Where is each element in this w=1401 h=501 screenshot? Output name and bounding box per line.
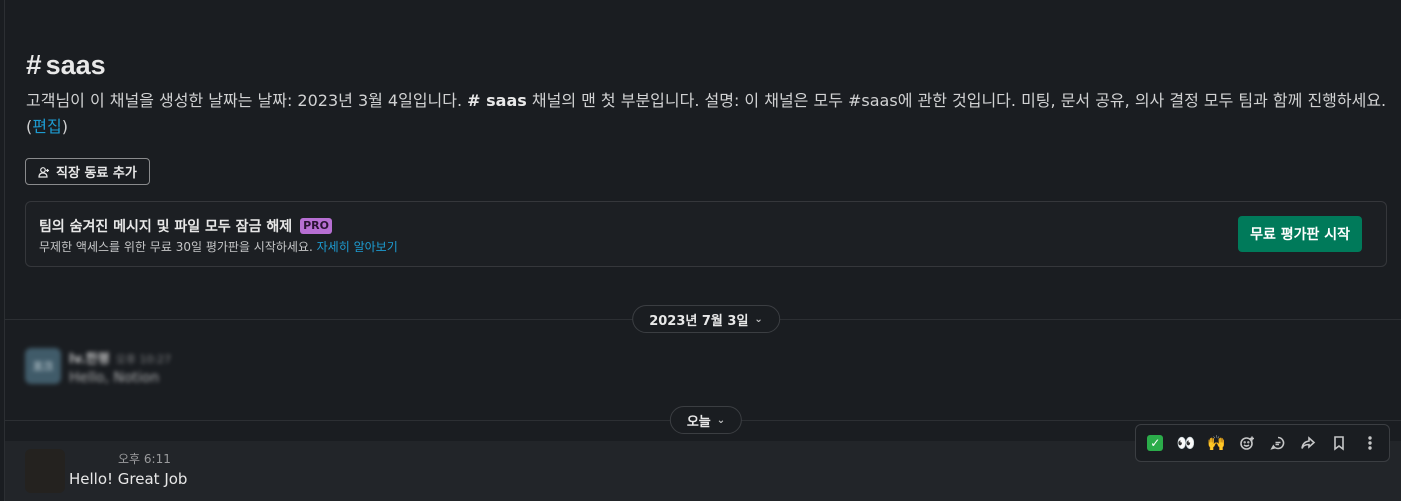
forward-icon	[1301, 436, 1316, 449]
upgrade-title: 팀의 숨겨진 메시지 및 파일 모두 잠금 해제 PRO	[39, 216, 332, 236]
channel-title: # saas	[26, 48, 1387, 82]
blurred-message: 포크 lv.한평 오후 10:27 Hello, Notion	[25, 348, 171, 386]
eyes-icon: 👀	[1176, 434, 1196, 452]
person-add-icon	[38, 166, 49, 178]
intro-text-close: )	[61, 117, 68, 136]
check-icon: ✓	[1147, 435, 1164, 451]
avatar[interactable]: 포크	[25, 348, 61, 384]
upgrade-title-text: 팀의 숨겨진 메시지 및 파일 모두 잠금 해제	[39, 219, 293, 235]
more-actions-button[interactable]	[1356, 429, 1384, 457]
hash-icon: #	[26, 49, 42, 80]
channel-description: 고객님이 이 채널을 생성한 날짜는 날짜: 2023년 3월 4일입니다. #…	[26, 88, 1387, 140]
learn-more-link[interactable]: 자세히 알아보기	[317, 240, 398, 254]
add-colleague-label: 직장 동료 추가	[56, 166, 137, 181]
message-text: Hello! Great Job	[69, 470, 188, 488]
check-reaction-button[interactable]: ✓	[1141, 429, 1169, 457]
reply-in-thread-button[interactable]	[1264, 429, 1292, 457]
author-name: lv.한평	[69, 352, 110, 367]
raised-hands-reaction-button[interactable]: 🙌	[1203, 429, 1231, 457]
add-reaction-button[interactable]	[1233, 429, 1261, 457]
eyes-reaction-button[interactable]: 👀	[1172, 429, 1200, 457]
message-author[interactable]: lv.한평 오후 10:27	[69, 348, 171, 367]
raised-hands-icon: 🙌	[1207, 434, 1226, 452]
today-divider-button[interactable]: 오늘 ⌄	[669, 406, 743, 434]
date-divider-button[interactable]: 2023년 7월 3일 ⌄	[632, 305, 780, 333]
pro-badge: PRO	[300, 218, 332, 234]
intro-channel-name: # saas	[467, 91, 527, 110]
avatar[interactable]	[25, 449, 65, 493]
channel-intro: # saas 고객님이 이 채널을 생성한 날짜는 날짜: 2023년 3월 4…	[26, 48, 1387, 140]
bookmark-icon	[1334, 436, 1344, 451]
reply-in-thread-icon	[1270, 436, 1285, 450]
message-timestamp: 오후 10:27	[115, 353, 172, 366]
intro-text-1: 고객님이 이 채널을 생성한 날짜는 날짜: 2023년 3월 4일입니다.	[26, 91, 468, 110]
today-divider-label: 오늘	[686, 414, 711, 430]
upgrade-banner: 팀의 숨겨진 메시지 및 파일 모두 잠금 해제 PRO 무제한 액세스를 위한…	[25, 201, 1387, 267]
message-timestamp[interactable]: 오후 6:11	[118, 450, 171, 467]
upgrade-subtitle-text: 무제한 액세스를 위한 무료 30일 평가판을 시작하세요.	[39, 240, 317, 254]
chevron-down-icon: ⌄	[716, 414, 726, 426]
more-actions-icon	[1367, 436, 1372, 450]
edit-link[interactable]: 편집	[32, 117, 61, 136]
add-reaction-icon	[1240, 436, 1255, 450]
save-for-later-button[interactable]	[1325, 429, 1353, 457]
forward-message-button[interactable]	[1294, 429, 1322, 457]
add-colleague-button[interactable]: 직장 동료 추가	[25, 158, 150, 185]
channel-name: saas	[45, 49, 106, 80]
upgrade-subtitle: 무제한 액세스를 위한 무료 30일 평가판을 시작하세요. 자세히 알아보기	[39, 238, 398, 255]
chevron-down-icon: ⌄	[754, 313, 763, 325]
date-divider-label: 2023년 7월 3일	[649, 313, 749, 329]
left-border	[4, 0, 5, 501]
message-text: Hello, Notion	[69, 370, 160, 386]
start-trial-button[interactable]: 무료 평가판 시작	[1238, 216, 1362, 252]
message-actions-toolbar: ✓ 👀 🙌	[1135, 424, 1390, 462]
